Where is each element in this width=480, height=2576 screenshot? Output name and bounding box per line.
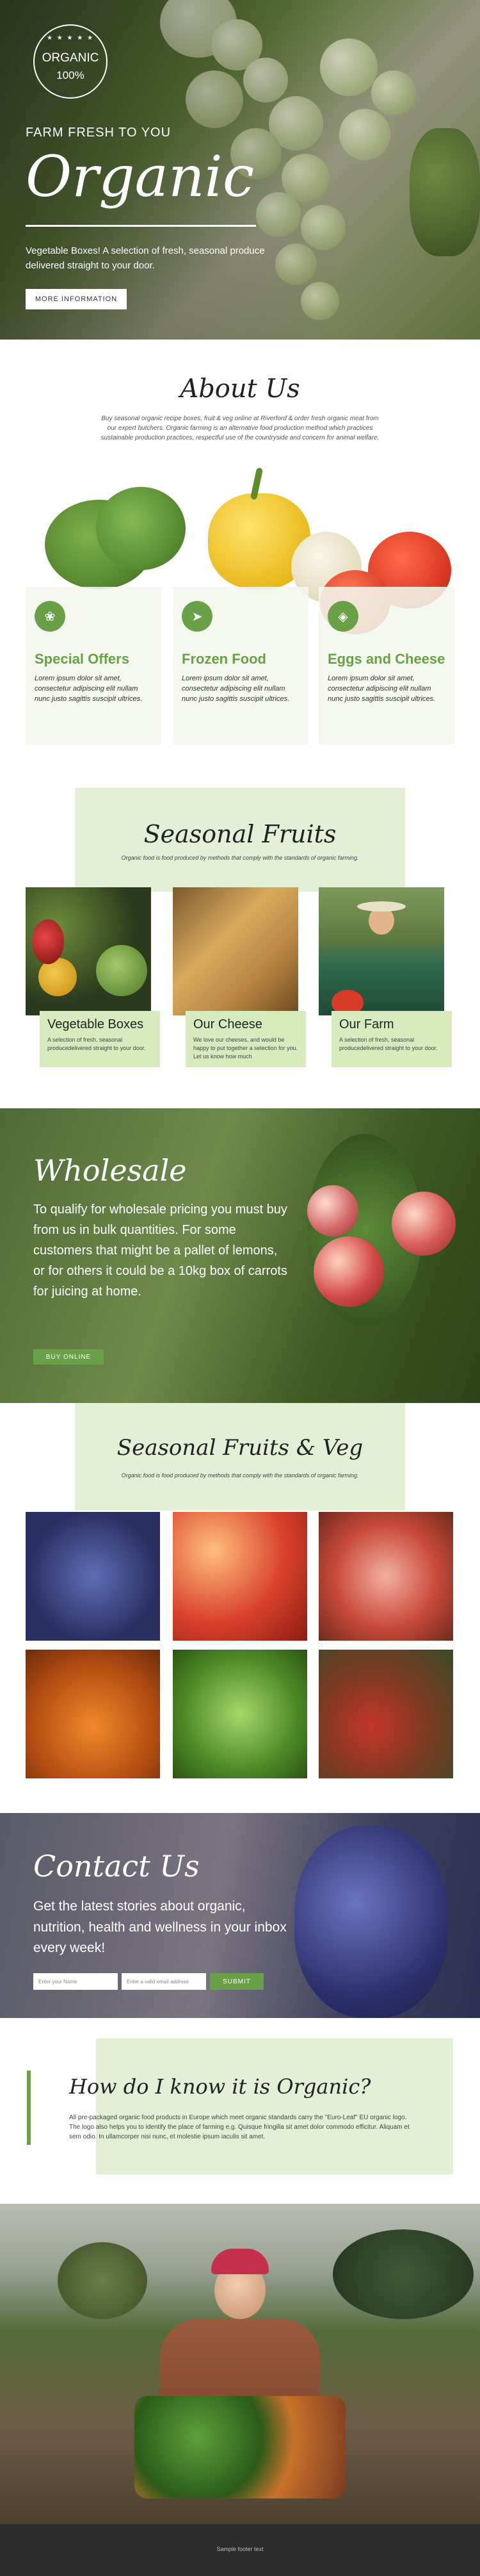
apple-image [314,1236,384,1307]
apple-image-2 [392,1192,456,1256]
grapes-tile[interactable] [26,1512,160,1641]
card-title: Special Offers [35,651,129,667]
card-eggs-cheese[interactable]: ◈ Eggs and Cheese Lorem ipsum dolor sit … [319,587,454,744]
card-special-offers[interactable]: ❀ Special Offers Lorem ipsum dolor sit a… [26,587,161,744]
our-cheese-card[interactable]: Our Cheese We love our cheeses, and woul… [186,1011,306,1067]
peaches-tile[interactable] [173,1512,307,1641]
contact-text: Get the latest stories about organic, nu… [33,1899,287,1956]
about-section: About Us Buy seasonal organic recipe box… [0,340,480,788]
contact-title: Contact Us [33,1849,200,1883]
our-farm-card[interactable]: Our Farm A selection of fresh, seasonal … [332,1011,452,1067]
buy-online-button[interactable]: BUY ONLINE [33,1349,104,1365]
logo-stars: ★ ★ ★ ★ ★ [47,35,94,42]
apple-image-3 [307,1185,358,1236]
name-input[interactable]: Enter your Name [33,1973,118,1990]
more-information-button[interactable]: MORE INFORMATION [26,289,127,309]
cheese-icon: ◈ [328,601,358,632]
card-title: Frozen Food [182,651,266,667]
logo-text: ORGANIC [42,51,99,65]
card-title: Eggs and Cheese [328,651,445,667]
card-title: Vegetable Boxes [47,1017,144,1031]
submit-button[interactable]: SUBMIT [210,1973,264,1990]
email-input[interactable]: Enter a valid email address [122,1973,206,1990]
hero-title: Organic [26,144,255,209]
logo-percent: 100% [56,69,84,81]
seasonal-header-panel: Seasonal Fruits Organic food is food pro… [75,788,405,892]
accent-bar [27,2071,31,2145]
wholesale-section: Wholesale To qualify for wholesale prici… [0,1108,480,1403]
footer: Sample footer text [0,2524,480,2576]
grapes-image [294,1826,448,2018]
card-text: Lorem ipsum dolor sit amet, consectetur … [182,675,290,703]
farmer-image-section [0,2204,480,2524]
pumpkins-tile[interactable] [26,1650,160,1778]
info-title: How do I know it is Organic? [69,2074,371,2099]
fish-icon: ➤ [182,601,212,632]
card-title: Our Farm [339,1017,394,1031]
organic-info-section: How do I know it is Organic? All pre-pac… [0,2018,480,2204]
card-frozen-food[interactable]: ➤ Frozen Food Lorem ipsum dolor sit amet… [173,587,308,744]
card-title: Our Cheese [193,1017,262,1031]
organic-logo: ★ ★ ★ ★ ★ ORGANIC 100% [33,24,108,99]
seasonal-description: Organic food is food produced by methods… [121,855,359,861]
card-text: Lorem ipsum dolor sit amet, consectetur … [328,675,436,703]
card-text: We love our cheeses, and would be happy … [193,1037,298,1060]
card-text: Lorem ipsum dolor sit amet, consectetur … [35,675,143,703]
apples-tile[interactable] [319,1512,453,1641]
lettuce-tile[interactable] [173,1650,307,1778]
seasonal-fruits-section: Seasonal Fruits Organic food is food pro… [0,788,480,1108]
footer-text: Sample footer text [216,2546,264,2552]
vegetable-boxes-card[interactable]: Vegetable Boxes A selection of fresh, se… [40,1011,160,1067]
chili-carrots-tile[interactable] [319,1650,453,1778]
tree-image [58,2242,147,2319]
cheese-image [173,887,298,1015]
broccoli-icon: ❀ [35,601,65,632]
hero-subtitle: Vegetable Boxes! A selection of fresh, s… [26,245,265,272]
hero-divider [26,225,256,227]
hero-kicker: FARM FRESH TO YOU [26,126,172,140]
about-description: Buy seasonal organic recipe boxes, fruit… [100,415,380,441]
card-text: A selection of fresh, seasonal producede… [47,1037,146,1052]
farmer-image [319,887,444,1015]
contact-section: Contact Us Get the latest stories about … [0,1813,480,2018]
fruits-veg-header-panel: Seasonal Fruits & Veg Organic food is fo… [75,1403,405,1511]
farmer-hat [211,2249,269,2274]
fruits-veg-section: Seasonal Fruits & Veg Organic food is fo… [0,1403,480,1813]
fruits-veg-title: Seasonal Fruits & Veg [116,1435,364,1461]
wholesale-text: To qualify for wholesale pricing you mus… [33,1202,287,1299]
info-text: All pre-packaged organic food products i… [69,2114,410,2140]
about-title: About Us [180,374,300,404]
broccoli-image-2 [96,487,186,570]
wholesale-title: Wholesale [33,1153,187,1188]
info-panel [96,2039,453,2174]
seasonal-title: Seasonal Fruits [143,820,337,848]
fruits-veg-description: Organic food is food produced by methods… [121,1472,359,1479]
hero-section: ★ ★ ★ ★ ★ ORGANIC 100% FARM FRESH TO YOU… [0,0,480,340]
vegetable-box-image [26,887,151,1015]
card-text: A selection of fresh, seasonal producede… [339,1037,438,1052]
trees-image [333,2229,474,2319]
vegetable-basket [134,2396,346,2498]
